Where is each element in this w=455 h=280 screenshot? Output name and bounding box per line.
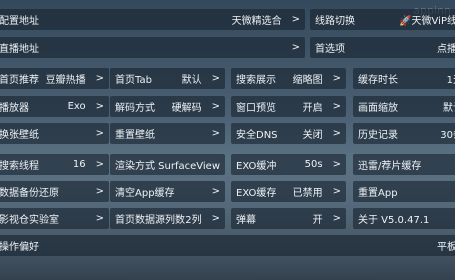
setting-label: 数据备份还原	[0, 188, 59, 199]
chevron-right-icon: >	[211, 101, 220, 112]
chevron-right-icon: >	[95, 128, 104, 139]
chevron-right-icon: >	[332, 73, 341, 84]
setting-item-2-2[interactable]: 搜索展示 缩略图 >	[231, 68, 346, 89]
setting-label: 重置App	[358, 188, 398, 199]
setting-label: 关于 V5.0.47.1	[358, 215, 430, 226]
setting-label: 首页Tab	[115, 75, 152, 86]
chevron-right-icon: >	[332, 213, 341, 224]
setting-item-5-1[interactable]: 渲染方式 SurfaceView>	[110, 154, 225, 175]
setting-label: 历史记录	[358, 130, 398, 141]
setting-value: 30条	[440, 130, 455, 141]
chevron-right-icon: >	[211, 213, 220, 224]
setting-label: 搜索线程	[0, 161, 39, 172]
setting-label: 搜索展示	[236, 75, 276, 86]
setting-label: 首页推荐	[0, 75, 39, 86]
setting-item-3-3[interactable]: 画面缩放 默认	[353, 96, 455, 117]
setting-value: 默认	[443, 103, 455, 114]
setting-value: 豆瓣热播	[45, 75, 86, 86]
setting-value: 默认	[181, 75, 202, 86]
setting-label: 迅雷/荐片缓存	[358, 161, 422, 172]
setting-label: 配置地址	[0, 16, 39, 27]
setting-label: 清空App缓存	[115, 188, 175, 199]
setting-label: 窗口预览	[236, 103, 276, 114]
setting-item-0-0[interactable]: 配置地址 天微精选合 >	[0, 9, 305, 30]
setting-item-1-1[interactable]: 首选项 点播	[310, 37, 455, 58]
setting-value: 缩略图	[292, 75, 323, 86]
setting-label: 线路切换	[315, 16, 355, 27]
chevron-right-icon: >	[332, 186, 341, 197]
setting-value: 16	[72, 159, 86, 170]
chevron-right-icon: >	[211, 73, 220, 84]
setting-label: EXO缓冲	[236, 161, 277, 172]
setting-label: 安全DNS	[236, 130, 278, 141]
setting-value: 天微精选合	[231, 16, 282, 27]
setting-label: 重置壁纸	[115, 130, 155, 141]
chevron-right-icon: >	[95, 101, 104, 112]
setting-label: 首选项	[315, 44, 345, 55]
chevron-right-icon: >	[291, 14, 300, 25]
setting-item-2-0[interactable]: 首页推荐 豆瓣热播 >	[0, 68, 109, 89]
setting-label: 直播地址	[0, 44, 39, 55]
setting-item-4-0[interactable]: 换张壁纸 >	[0, 123, 109, 144]
setting-value: 点播	[437, 44, 455, 55]
setting-label: 画面缩放	[358, 103, 398, 114]
setting-value: 已禁用	[292, 188, 323, 199]
setting-item-8-0[interactable]: 操作偏好 平板	[0, 235, 455, 256]
chevron-right-icon: >	[211, 186, 220, 197]
setting-item-5-0[interactable]: 搜索线程 16 >	[0, 154, 109, 175]
setting-label: 换张壁纸	[0, 130, 39, 141]
setting-item-6-1[interactable]: 清空App缓存 >	[110, 181, 225, 202]
chevron-right-icon: >	[291, 42, 300, 53]
chevron-right-icon: >	[95, 186, 104, 197]
setting-value: Exo	[67, 101, 86, 112]
setting-label: 首页数据源列数	[115, 215, 185, 226]
setting-item-7-0[interactable]: 影视仓实验室 >	[0, 208, 109, 229]
setting-value: 🚀天微ViP线	[399, 16, 455, 27]
setting-label: 影视仓实验室	[0, 215, 59, 226]
setting-item-7-3[interactable]: 关于 V5.0.47.1	[353, 208, 455, 229]
setting-value: 50s	[304, 159, 323, 170]
setting-value: 硬解码	[171, 103, 202, 114]
chevron-right-icon: >	[211, 128, 220, 139]
setting-item-5-2[interactable]: EXO缓冲 50s >	[231, 154, 346, 175]
setting-value: 2列	[185, 215, 202, 226]
setting-item-7-2[interactable]: 弹幕 开 >	[231, 208, 346, 229]
chevron-right-icon: >	[332, 159, 341, 170]
setting-item-4-3[interactable]: 历史记录 30条	[353, 123, 455, 144]
setting-item-2-1[interactable]: 首页Tab 默认 >	[110, 68, 225, 89]
chevron-right-icon: >	[332, 128, 341, 139]
chevron-right-icon: >	[332, 101, 341, 112]
setting-label: 播放器	[0, 103, 29, 114]
chevron-right-icon: >	[95, 159, 104, 170]
setting-label: 弹幕	[236, 215, 256, 226]
setting-value: 关闭	[302, 130, 323, 141]
setting-label: 操作偏好	[0, 242, 39, 253]
setting-item-4-1[interactable]: 重置壁纸 >	[110, 123, 225, 144]
setting-label: 解码方式	[115, 103, 155, 114]
setting-item-2-3[interactable]: 缓存时长 1天	[353, 68, 455, 89]
setting-item-6-0[interactable]: 数据备份还原 >	[0, 181, 109, 202]
setting-item-7-1[interactable]: 首页数据源列数 2列 >	[110, 208, 225, 229]
setting-label: 渲染方式 SurfaceView	[115, 161, 221, 172]
setting-item-5-3[interactable]: 迅雷/荐片缓存	[353, 154, 455, 175]
chevron-right-icon: >	[95, 213, 104, 224]
setting-item-1-0[interactable]: 直播地址 >	[0, 37, 305, 58]
setting-item-4-2[interactable]: 安全DNS 关闭 >	[231, 123, 346, 144]
setting-item-3-2[interactable]: 窗口预览 开启 >	[231, 96, 346, 117]
setting-item-3-1[interactable]: 解码方式 硬解码 >	[110, 96, 225, 117]
setting-item-6-3[interactable]: 重置App	[353, 181, 455, 202]
setting-value: 开启	[302, 103, 323, 114]
setting-item-6-2[interactable]: EXO缓存 已禁用 >	[231, 181, 346, 202]
setting-item-3-0[interactable]: 播放器 Exo >	[0, 96, 109, 117]
chevron-right-icon: >	[95, 73, 104, 84]
setting-value: 1天	[446, 75, 455, 86]
setting-label: 缓存时长	[358, 75, 398, 86]
setting-item-0-1[interactable]: 线路切换 🚀天微ViP线	[310, 9, 455, 30]
setting-value: 平板	[437, 242, 455, 253]
setting-value: 开	[312, 215, 323, 226]
setting-label: EXO缓存	[236, 188, 277, 199]
